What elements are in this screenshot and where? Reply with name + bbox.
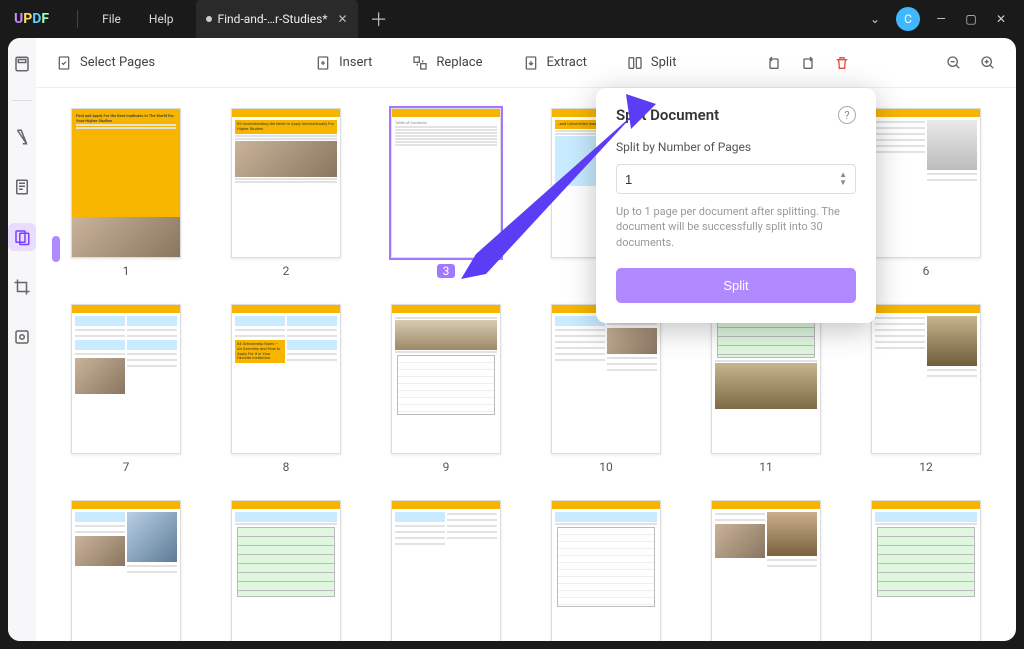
edit-pdf-icon[interactable] bbox=[8, 173, 36, 201]
organize-pages-icon[interactable] bbox=[8, 223, 36, 251]
rotate-left-icon[interactable] bbox=[766, 55, 782, 71]
page-thumbnail[interactable] bbox=[226, 500, 346, 641]
page-thumbnail[interactable]: 7 bbox=[66, 304, 186, 474]
app-logo: UPDF bbox=[14, 11, 49, 27]
crop-tool-icon[interactable] bbox=[8, 273, 36, 301]
stepper-down-icon[interactable]: ▼ bbox=[839, 179, 847, 187]
left-rail bbox=[8, 38, 36, 641]
page-thumbnail[interactable]: 11 bbox=[706, 304, 826, 474]
menu-file[interactable]: File bbox=[88, 12, 135, 26]
menu-help[interactable]: Help bbox=[135, 12, 188, 26]
page-thumbnail[interactable]: 02 Understanding the Need to Apply Inter… bbox=[226, 108, 346, 278]
replace-button[interactable]: Replace bbox=[412, 55, 482, 71]
document-tab[interactable]: Find-and-…r-Studies* ✕ bbox=[196, 0, 358, 38]
window-close-icon[interactable]: ✕ bbox=[986, 12, 1016, 26]
insert-button[interactable]: Insert bbox=[315, 55, 372, 71]
page-thumbnail[interactable] bbox=[866, 500, 986, 641]
page-thumbnail[interactable]: 9 bbox=[386, 304, 506, 474]
window-minimize-icon[interactable]: — bbox=[926, 12, 956, 26]
split-button[interactable]: Split bbox=[627, 55, 677, 71]
page-thumbnail[interactable] bbox=[66, 500, 186, 641]
page-thumbnail[interactable]: 6 bbox=[866, 108, 986, 278]
ocr-tool-icon[interactable] bbox=[8, 323, 36, 351]
dialog-title: Split Document bbox=[616, 106, 719, 124]
select-pages-button[interactable]: Select Pages bbox=[56, 55, 155, 71]
help-icon[interactable]: ? bbox=[838, 106, 856, 124]
page-thumbnail[interactable]: 10 bbox=[546, 304, 666, 474]
split-by-label: Split by Number of Pages bbox=[616, 140, 856, 154]
organize-toolbar: Select Pages Insert Replace Extract Spli… bbox=[36, 38, 1016, 88]
delete-page-icon[interactable] bbox=[834, 55, 850, 71]
page-thumbnail[interactable]: 12 bbox=[866, 304, 986, 474]
close-tab-icon[interactable]: ✕ bbox=[338, 12, 348, 26]
tab-title: Find-and-…r-Studies* bbox=[218, 12, 328, 26]
split-help-text: Up to 1 page per document after splittin… bbox=[616, 204, 856, 250]
page-thumbnail[interactable] bbox=[386, 500, 506, 641]
window-maximize-icon[interactable]: ▢ bbox=[956, 12, 986, 26]
zoom-out-icon[interactable] bbox=[946, 55, 962, 71]
recent-dropdown-icon[interactable]: ⌄ bbox=[870, 12, 880, 26]
split-confirm-button[interactable]: Split bbox=[616, 268, 856, 303]
titlebar: UPDF File Help Find-and-…r-Studies* ✕ ＋ … bbox=[0, 0, 1024, 38]
split-pages-input[interactable] bbox=[625, 172, 839, 187]
zoom-in-icon[interactable] bbox=[980, 55, 996, 71]
comment-tool-icon[interactable] bbox=[8, 123, 36, 151]
user-avatar[interactable]: C bbox=[896, 7, 920, 31]
page-thumbnail[interactable]: 04 Scholarship Rules – An Overview and H… bbox=[226, 304, 346, 474]
split-pages-stepper[interactable]: ▲▼ bbox=[616, 164, 856, 194]
reader-mode-icon[interactable] bbox=[8, 50, 36, 78]
add-tab-icon[interactable]: ＋ bbox=[370, 6, 388, 32]
rotate-right-icon[interactable] bbox=[800, 55, 816, 71]
page-thumbnail[interactable]: Find and Apply For the Best Institutes I… bbox=[66, 108, 186, 278]
app-frame: Select Pages Insert Replace Extract Spli… bbox=[8, 38, 1016, 641]
page-thumbnail[interactable] bbox=[706, 500, 826, 641]
extract-button[interactable]: Extract bbox=[523, 55, 587, 71]
tab-dirty-indicator-icon bbox=[206, 16, 212, 22]
page-thumbnail[interactable]: Table of Contents 3 bbox=[386, 108, 506, 278]
page-thumbnail[interactable] bbox=[546, 500, 666, 641]
main-area: Select Pages Insert Replace Extract Spli… bbox=[36, 38, 1016, 641]
split-document-dialog: Split Document ? Split by Number of Page… bbox=[596, 88, 876, 323]
